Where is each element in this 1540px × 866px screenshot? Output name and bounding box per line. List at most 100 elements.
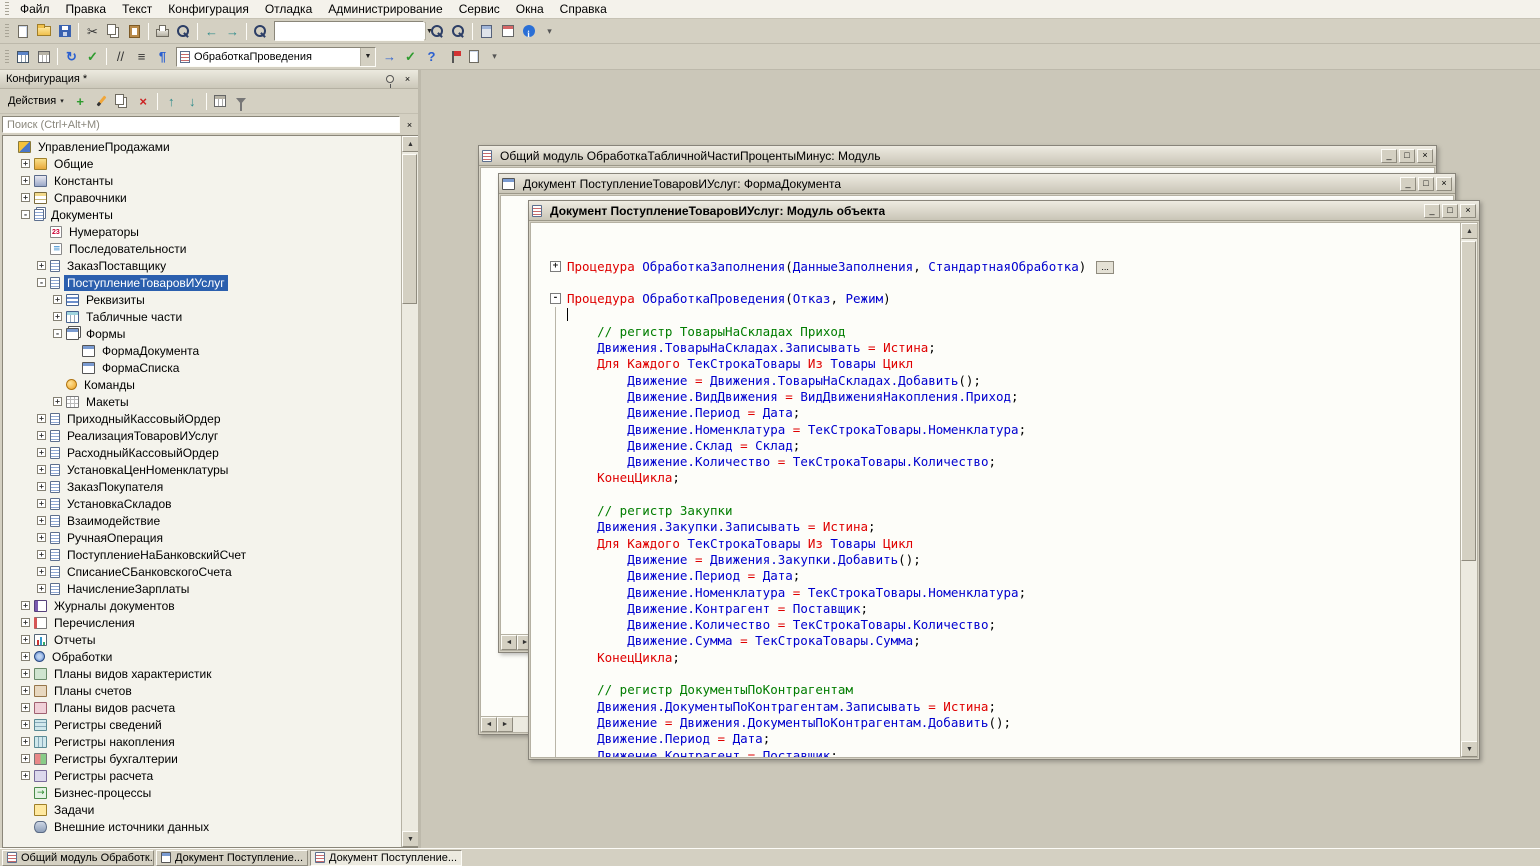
tree-item[interactable]: -Документы [3, 206, 401, 223]
window-title-bar[interactable]: Общий модуль ОбработкаТабличнойЧастиПроц… [479, 146, 1436, 166]
tree-item[interactable]: +ЗаказПоставщику [3, 257, 401, 274]
new-document-button[interactable] [12, 21, 33, 41]
syntax-assistant-button[interactable]: ? [421, 47, 442, 67]
find-previous-button[interactable] [448, 21, 469, 41]
code-line[interactable]: // регистр ДокументыПоКонтрагентам [531, 682, 1460, 698]
tree-expander-icon[interactable]: + [37, 431, 46, 440]
minimize-button[interactable]: _ [1381, 149, 1397, 163]
code-editor[interactable]: +Процедура ОбработкаЗаполнения(ДанныеЗап… [531, 223, 1460, 757]
tree-item[interactable]: Последовательности [3, 240, 401, 257]
code-line[interactable]: Движение.Сумма = ТекСтрокаТовары.Сумма; [531, 633, 1460, 649]
tree-item[interactable]: ФормаДокумента [3, 342, 401, 359]
tree-item[interactable]: +РучнаяОперация [3, 529, 401, 546]
taskbar-tab[interactable]: Общий модуль Обработк.. [2, 850, 154, 866]
close-search-button[interactable]: × [402, 118, 417, 132]
collapsed-code-button[interactable]: ... [1096, 261, 1114, 274]
tree-item[interactable]: +Регистры расчета [3, 767, 401, 784]
add-comment-button[interactable]: // [110, 47, 131, 67]
code-line[interactable]: Движение.Период = Дата; [531, 568, 1460, 584]
tree-item[interactable]: +Общие [3, 155, 401, 172]
move-down-button[interactable]: ↓ [182, 91, 203, 111]
menu-Правка[interactable]: Правка [58, 0, 115, 18]
customize-toolbar-button[interactable]: ▾ [484, 47, 505, 67]
tree-item[interactable]: -Формы [3, 325, 401, 342]
calendar-button[interactable] [497, 21, 518, 41]
tree-expander-icon[interactable]: + [37, 465, 46, 474]
taskbar-tab[interactable]: Документ Поступление... [310, 850, 462, 866]
code-line[interactable] [531, 275, 1460, 291]
tree-search-input[interactable] [2, 116, 400, 133]
tree-expander-icon[interactable]: + [37, 499, 46, 508]
properties-button[interactable] [210, 91, 231, 111]
code-line[interactable]: // регистр ТоварыНаСкладах Приход [531, 324, 1460, 340]
code-line[interactable]: Движения.Закупки.Записывать = Истина; [531, 519, 1460, 535]
toolbar-grip[interactable] [5, 24, 9, 38]
menu-grip[interactable] [5, 2, 9, 16]
window-title-bar[interactable]: Документ ПоступлениеТоваровИУслуг: Форма… [499, 174, 1455, 194]
tree-item[interactable]: +Планы счетов [3, 682, 401, 699]
tree-item[interactable]: Внешние источники данных [3, 818, 401, 835]
tree-item[interactable]: +Планы видов расчета [3, 699, 401, 716]
tree-item[interactable]: -ПоступлениеТоваровИУслуг [3, 274, 401, 291]
close-button[interactable]: × [1460, 204, 1476, 218]
code-line[interactable] [531, 666, 1460, 682]
cut-button[interactable]: ✂ [82, 21, 103, 41]
copy-item-button[interactable] [112, 91, 133, 111]
add-item-button[interactable]: + [70, 91, 91, 111]
scrollbar-thumb[interactable] [1461, 241, 1476, 561]
tree-item[interactable]: +Регистры сведений [3, 716, 401, 733]
code-line[interactable]: -Процедура ОбработкаПроведения(Отказ, Ре… [531, 291, 1460, 307]
actions-menu-button[interactable]: Действия ▾ [2, 91, 70, 111]
code-line[interactable]: Движение.Номенклатура = ТекСтрокаТовары.… [531, 422, 1460, 438]
code-line[interactable]: Движения.ТоварыНаСкладах.Записывать = Ис… [531, 340, 1460, 356]
tree-item[interactable]: +Перечисления [3, 614, 401, 631]
scroll-up-button[interactable]: ▲ [402, 136, 418, 152]
code-line[interactable]: Движение.Количество = ТекСтрокаТовары.Ко… [531, 454, 1460, 470]
code-line[interactable]: Движение.Контрагент = Поставщик; [531, 748, 1460, 758]
find-next-button[interactable] [427, 21, 448, 41]
quick-search-input[interactable] [275, 23, 425, 39]
tree-expander-icon[interactable]: + [37, 584, 46, 593]
update-db-configuration-button[interactable]: ↻ [61, 47, 82, 67]
tree-item[interactable]: +Обработки [3, 648, 401, 665]
tree-scrollbar[interactable]: ▲ ▼ [401, 136, 418, 847]
information-button[interactable] [518, 21, 539, 41]
calculator-button[interactable] [476, 21, 497, 41]
copy-button[interactable] [103, 21, 124, 41]
scroll-down-button[interactable]: ▼ [402, 831, 418, 847]
code-line[interactable]: Для Каждого ТекСтрокаТовары Из Товары Ци… [531, 356, 1460, 372]
tree-item[interactable]: +УстановкаЦенНоменклатуры [3, 461, 401, 478]
scrollbar-track[interactable] [402, 152, 418, 831]
tree-expander-icon[interactable]: + [21, 669, 30, 678]
chevron-down-icon[interactable]: ▼ [360, 48, 375, 66]
scroll-up-button[interactable]: ▲ [1461, 223, 1478, 239]
tree-expander-icon[interactable]: + [21, 720, 30, 729]
tree-expander-icon[interactable]: + [21, 176, 30, 185]
tree-expander-icon[interactable]: + [21, 686, 30, 695]
tree-item[interactable]: Нумераторы [3, 223, 401, 240]
tree-expander-icon[interactable]: + [37, 533, 46, 542]
tree-expander-icon[interactable]: + [21, 159, 30, 168]
customize-toolbar-button[interactable]: ▾ [539, 21, 560, 41]
filter-button[interactable] [231, 91, 252, 111]
code-line[interactable] [531, 226, 1460, 242]
code-line[interactable]: Движение.Период = Дата; [531, 731, 1460, 747]
tree-item[interactable]: Команды [3, 376, 401, 393]
toolbar-grip[interactable] [5, 50, 9, 64]
tree-item[interactable]: +Взаимодействие [3, 512, 401, 529]
minimize-button[interactable]: _ [1400, 177, 1416, 191]
tree-item[interactable]: +УстановкаСкладов [3, 495, 401, 512]
tree-item[interactable]: ФормаСписка [3, 359, 401, 376]
scroll-down-button[interactable]: ▼ [1461, 741, 1478, 757]
configuration-button[interactable] [12, 47, 33, 67]
tree-expander-icon[interactable]: + [21, 618, 30, 627]
tree-item[interactable]: +Отчеты [3, 631, 401, 648]
procedures-and-functions-button[interactable]: ¶ [152, 47, 173, 67]
tree-item[interactable]: +ПриходныйКассовыйОрдер [3, 410, 401, 427]
configuration-panel-header[interactable]: Конфигурация * × [0, 70, 418, 89]
scrollbar-thumb[interactable] [402, 154, 417, 304]
edit-item-button[interactable] [91, 91, 112, 111]
module-editor[interactable]: +Процедура ОбработкаЗаполнения(ДанныеЗап… [530, 222, 1478, 758]
tree-expander-icon[interactable]: + [21, 601, 30, 610]
code-line[interactable]: Движение.Склад = Склад; [531, 438, 1460, 454]
